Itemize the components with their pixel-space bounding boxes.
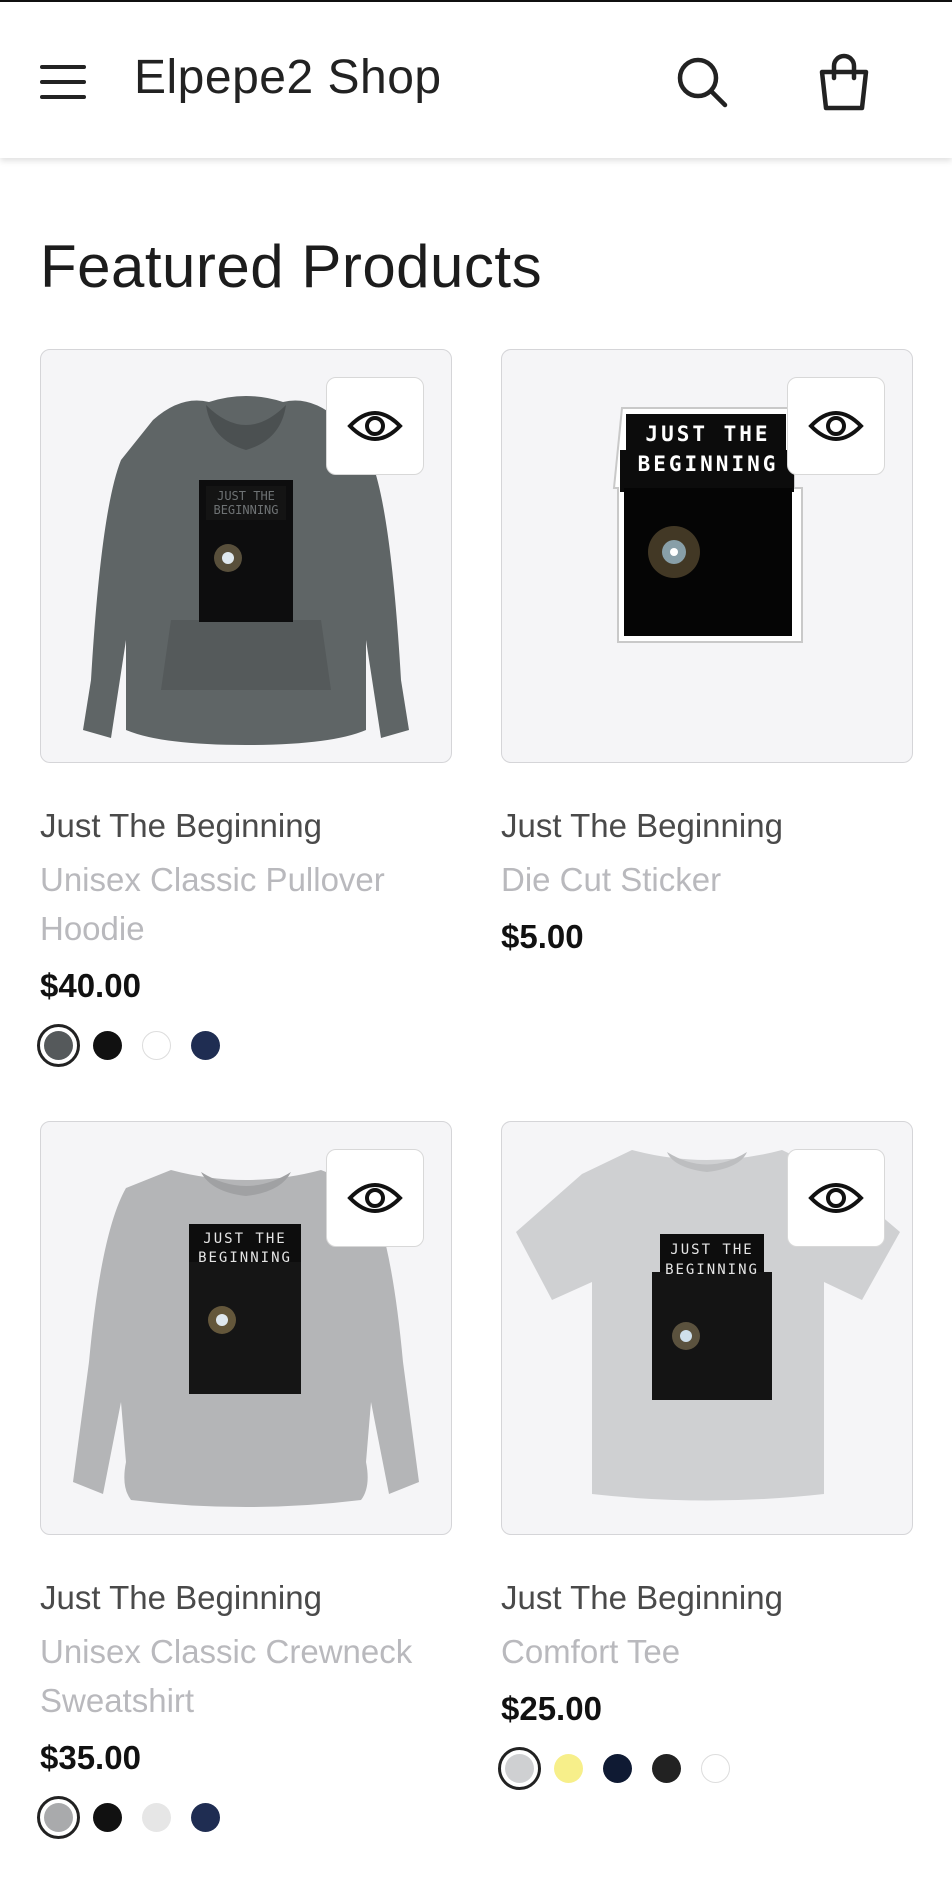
color-swatch-black[interactable] — [93, 1803, 122, 1832]
color-swatch-black[interactable] — [93, 1031, 122, 1060]
print-text-line-1: JUST THE — [203, 1231, 286, 1247]
color-swatch-navy[interactable] — [603, 1754, 632, 1783]
color-swatch-yellow[interactable] — [554, 1754, 583, 1783]
product-price: $40.00 — [40, 967, 141, 1004]
color-swatch-grey[interactable] — [498, 1747, 541, 1790]
color-swatch-navy[interactable] — [191, 1031, 220, 1060]
product-type: Comfort Tee — [501, 1633, 681, 1670]
quick-view-button[interactable] — [326, 1149, 424, 1247]
color-swatch-white[interactable] — [142, 1031, 171, 1060]
hamburger-menu-icon — [40, 65, 86, 69]
cart-button[interactable] — [812, 50, 876, 114]
quick-view-button[interactable] — [787, 1149, 885, 1247]
product-title[interactable]: Just The Beginning — [40, 1579, 460, 1617]
print-text-line-2: BEGINNING — [665, 1262, 759, 1278]
search-button[interactable] — [672, 52, 732, 112]
print-text-line-1: JUST THE — [217, 489, 275, 503]
menu-button[interactable] — [40, 52, 98, 112]
color-swatch-navy[interactable] — [191, 1803, 220, 1832]
product-card-hoodie[interactable]: JUST THE BEGINNING Just The Beginning Un… — [37, 349, 452, 1069]
product-card-sticker[interactable]: JUST THE BEGINNING Just The Beginning Di… — [501, 349, 913, 969]
eye-icon — [808, 411, 864, 441]
color-swatch-light-grey[interactable] — [37, 1796, 80, 1839]
product-title[interactable]: Just The Beginning — [501, 1579, 921, 1617]
product-price: $25.00 — [501, 1690, 602, 1727]
color-swatches — [498, 1747, 730, 1790]
sticker-text-line-2: BEGINNING — [638, 452, 779, 476]
eye-icon — [808, 1183, 864, 1213]
color-swatch-black[interactable] — [652, 1754, 681, 1783]
product-title[interactable]: Just The Beginning — [501, 807, 921, 845]
color-swatch-grey[interactable] — [37, 1024, 80, 1067]
color-swatch-white[interactable] — [701, 1754, 730, 1783]
print-text-line-1: JUST THE — [670, 1242, 753, 1258]
product-type: Die Cut Sticker — [501, 861, 722, 898]
eye-icon — [347, 1183, 403, 1213]
shop-title[interactable]: Elpepe2 Shop — [134, 50, 442, 105]
quick-view-button[interactable] — [787, 377, 885, 475]
color-swatches — [37, 1796, 220, 1839]
color-swatches — [37, 1024, 220, 1067]
site-header: Elpepe2 Shop — [0, 2, 952, 158]
search-icon — [677, 57, 728, 108]
featured-products-heading: Featured Products — [40, 233, 543, 300]
product-type: Unisex Classic Crewneck Sweatshirt — [40, 1633, 413, 1719]
product-type: Unisex Classic Pullover Hoodie — [40, 861, 385, 947]
print-text-line-2: BEGINNING — [198, 1250, 292, 1266]
product-card-tee[interactable]: JUST THE BEGINNING Just The Beginning Co… — [498, 1121, 913, 1801]
quick-view-button[interactable] — [326, 377, 424, 475]
product-price: $5.00 — [501, 918, 584, 955]
product-title[interactable]: Just The Beginning — [40, 807, 460, 845]
color-swatch-white[interactable] — [142, 1803, 171, 1832]
sticker-text-line-1: JUST THE — [645, 422, 770, 446]
product-card-sweatshirt[interactable]: JUST THE BEGINNING Just The Beginning Un… — [37, 1121, 452, 1841]
eye-icon — [347, 411, 403, 441]
product-price: $35.00 — [40, 1739, 141, 1776]
print-text-line-2: BEGINNING — [213, 503, 278, 517]
shopping-bag-icon — [819, 53, 869, 111]
